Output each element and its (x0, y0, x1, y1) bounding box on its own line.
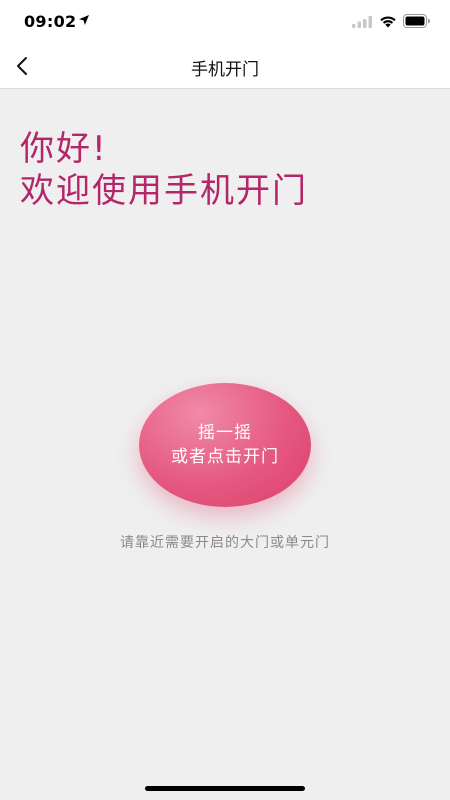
open-door-button[interactable]: 摇一摇 或者点击开门 (139, 383, 311, 507)
battery-icon (403, 14, 430, 28)
open-door-button-line1: 摇一摇 (198, 423, 252, 443)
greeting-welcome: 欢迎使用手机开门 (20, 171, 308, 211)
greeting: 你好! 欢迎使用手机开门 (20, 128, 308, 212)
greeting-hello: 你好! (20, 129, 108, 169)
open-door-button-line2: 或者点击开门 (171, 447, 279, 467)
home-indicator[interactable] (145, 786, 305, 791)
proximity-hint: 请靠近需要开启的大门或单元门 (120, 535, 330, 551)
status-bar: 09:02 (0, 0, 450, 44)
cellular-signal-icon (352, 16, 372, 28)
status-time: 09:02 (24, 12, 77, 31)
navigation-bar: 手机开门 (0, 44, 450, 89)
wifi-icon (380, 16, 396, 28)
page-title: 手机开门 (191, 60, 259, 80)
location-arrow-icon (79, 15, 89, 25)
screen: 09:02 手机开门 你好! 欢迎使用手机开门 摇一摇 或者点击开门 请靠近需要… (0, 0, 450, 800)
